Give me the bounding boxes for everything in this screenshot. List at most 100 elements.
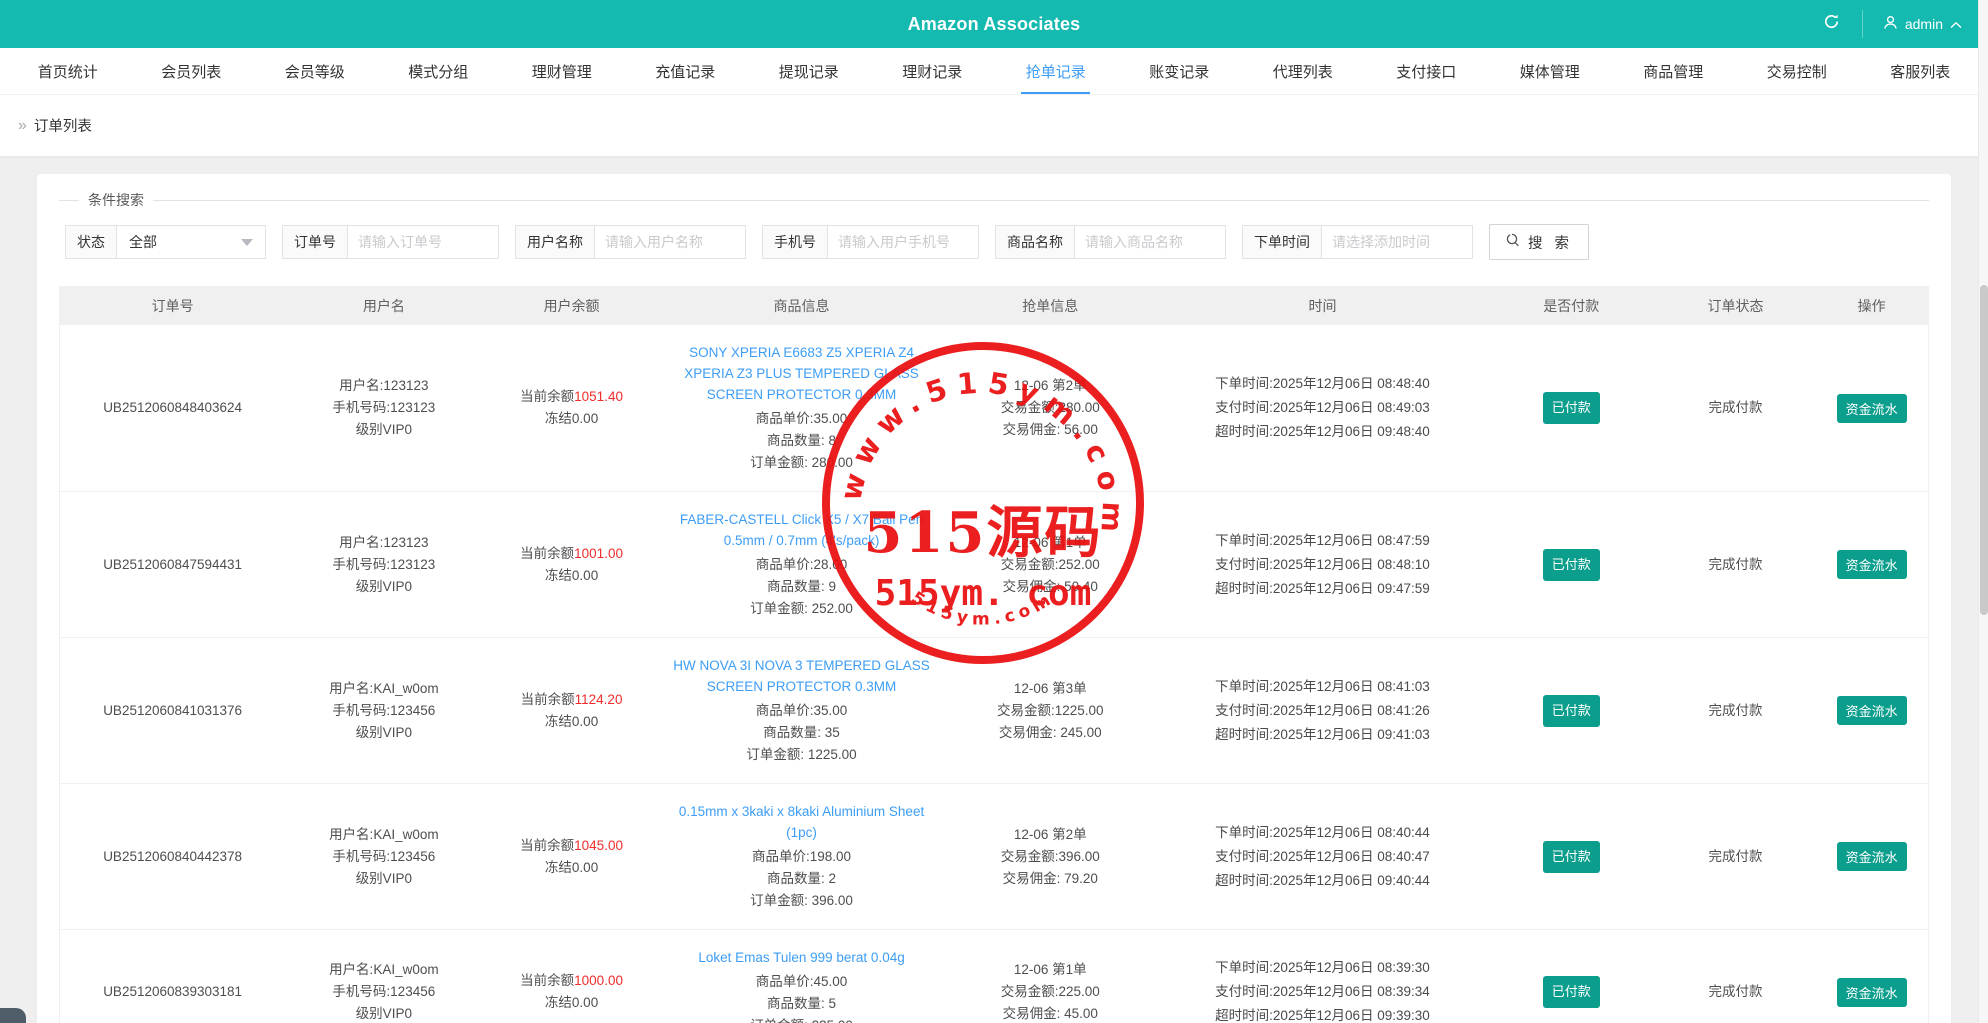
fund-flow-button[interactable]: 资金流水 [1837,696,1907,725]
scrollbar-track[interactable] [1978,0,1988,1023]
status-select[interactable]: 全部 [116,225,266,259]
scrollbar-thumb[interactable] [1980,285,1988,615]
product-info: FABER-CASTELL Click X5 / X7 Ball Pen 0.5… [661,492,943,638]
status-filter: 状态 全部 [65,225,266,259]
top-header: Amazon Associates admin [0,0,1988,48]
refresh-button[interactable] [1801,0,1862,48]
search-legend: 条件搜索 [79,190,153,210]
grab-info: 12-06 第3单 交易金额:1225.00 交易佣金: 245.00 [942,638,1158,784]
search-button[interactable]: 搜 索 [1489,224,1589,260]
nav-item-recharge-records[interactable]: 充值记录 [624,48,748,94]
time-info: 下单时间:2025年12月06日 08:48:40 支付时间:2025年12月0… [1158,325,1487,492]
product-link[interactable]: SONY XPERIA E6683 Z5 XPERIA Z4 XPERIA Z3… [669,342,935,405]
nav-item-product-mgmt[interactable]: 商品管理 [1612,48,1736,94]
quantity: 商品数量: 35 [669,722,935,744]
col-product-info: 商品信息 [661,287,943,325]
user-icon [1883,15,1898,33]
nav-item-finance-records[interactable]: 理财记录 [871,48,995,94]
col-username: 用户名 [285,287,482,325]
unit-price: 商品单价:28.00 [669,554,935,576]
user-menu[interactable]: admin [1863,0,1988,48]
corner-artifact [0,1008,26,1023]
frozen-amount: 冻结0.00 [490,408,652,430]
page-title: 订单列表 [34,115,92,136]
product-name-input[interactable] [1074,225,1226,259]
product-info: Loket Emas Tulen 999 berat 0.04g 商品单价:45… [661,930,943,1023]
order-status: 完成付款 [1656,638,1816,784]
product-link[interactable]: 0.15mm x 3kaki x 8kaki Aluminium Sheet (… [669,801,935,843]
nav-item-withdraw-records[interactable]: 提现记录 [747,48,871,94]
quantity: 商品数量: 2 [669,868,935,890]
table-header-row: 订单号 用户名 用户余额 商品信息 抢单信息 时间 是否付款 订单状态 操作 [60,287,1928,325]
order-no: UB2512060839303181 [60,930,285,1023]
nav-item-home-stats[interactable]: 首页统计 [6,48,130,94]
grab-info: 12-06 第2单 交易金额:396.00 交易佣金: 79.20 [942,784,1158,930]
col-grab-info: 抢单信息 [942,287,1158,325]
nav-item-payment-api[interactable]: 支付接口 [1365,48,1489,94]
user-info: 用户名:KAI_w0om 手机号码:123456 级别VIP0 [285,930,482,1023]
grab-info: 12-06 第1单 交易金额:225.00 交易佣金: 45.00 [942,930,1158,1023]
main-nav: 首页统计 会员列表 会员等级 模式分组 理财管理 充值记录 提现记录 理财记录 … [0,48,1988,95]
product-link[interactable]: HW NOVA 3I NOVA 3 TEMPERED GLASS SCREEN … [669,655,935,697]
order-time-input[interactable] [1321,225,1473,259]
user-name-input[interactable] [594,225,746,259]
nav-item-grab-records[interactable]: 抢单记录 [994,48,1118,94]
fund-flow-button[interactable]: 资金流水 [1837,978,1907,1007]
user-info: 用户名:KAI_w0om 手机号码:123456 级别VIP0 [285,784,482,930]
nav-item-trade-control[interactable]: 交易控制 [1735,48,1859,94]
frozen-amount: 冻结0.00 [490,711,652,733]
fund-flow-button[interactable]: 资金流水 [1837,394,1907,423]
quantity: 商品数量: 9 [669,576,935,598]
refresh-icon [1823,13,1840,35]
user-info: 用户名:123123 手机号码:123123 级别VIP0 [285,325,482,492]
product-link[interactable]: FABER-CASTELL Click X5 / X7 Ball Pen 0.5… [669,509,935,551]
col-order-no: 订单号 [60,287,285,325]
grab-info: 12-06 第1单 交易金额:252.00 交易佣金: 50.40 [942,492,1158,638]
order-no: UB2512060841031376 [60,638,285,784]
search-fieldset: 条件搜索 状态 全部 订单号 用户名称 [59,190,1929,286]
nav-item-member-level[interactable]: 会员等级 [253,48,377,94]
time-info: 下单时间:2025年12月06日 08:41:03 支付时间:2025年12月0… [1158,638,1487,784]
balance-info: 当前余额1051.40 冻结0.00 [482,325,660,492]
nav-item-member-list[interactable]: 会员列表 [130,48,254,94]
product-link[interactable]: Loket Emas Tulen 999 berat 0.04g [698,947,904,968]
order-status: 完成付款 [1656,492,1816,638]
order-amount: 订单金额: 1225.00 [669,744,935,766]
content-card: 条件搜索 状态 全部 订单号 用户名称 [37,174,1951,1023]
order-time-filter: 下单时间 [1242,225,1473,259]
balance-amount: 1124.20 [575,692,623,707]
order-time-label: 下单时间 [1242,225,1321,259]
nav-item-mode-group[interactable]: 模式分组 [377,48,501,94]
product-info: HW NOVA 3I NOVA 3 TEMPERED GLASS SCREEN … [661,638,943,784]
table-row: UB2512060848403624 用户名:123123 手机号码:12312… [60,325,1928,492]
nav-item-finance-mgmt[interactable]: 理财管理 [500,48,624,94]
fund-flow-button[interactable]: 资金流水 [1837,550,1907,579]
order-no-input[interactable] [347,225,499,259]
order-status: 完成付款 [1656,930,1816,1023]
app-title: Amazon Associates [0,14,1988,35]
orders-table: 订单号 用户名 用户余额 商品信息 抢单信息 时间 是否付款 订单状态 操作 U… [60,287,1928,1023]
nav-item-support-list[interactable]: 客服列表 [1859,48,1983,94]
order-status: 完成付款 [1656,325,1816,492]
unit-price: 商品单价:45.00 [669,971,935,993]
order-no-label: 订单号 [282,225,347,259]
time-info: 下单时间:2025年12月06日 08:47:59 支付时间:2025年12月0… [1158,492,1487,638]
nav-item-balance-changes[interactable]: 账变记录 [1118,48,1242,94]
user-name-label: 用户名称 [515,225,594,259]
phone-input[interactable] [827,225,979,259]
breadcrumb: » 订单列表 [0,95,1988,157]
unit-price: 商品单价:35.00 [669,700,935,722]
unit-price: 商品单价:35.00 [669,408,935,430]
balance-amount: 1045.00 [574,838,623,853]
order-no-filter: 订单号 [282,225,499,259]
fund-flow-button[interactable]: 资金流水 [1837,842,1907,871]
col-order-status: 订单状态 [1656,287,1816,325]
status-label: 状态 [65,225,116,259]
product-name-filter: 商品名称 [995,225,1226,259]
product-info: SONY XPERIA E6683 Z5 XPERIA Z4 XPERIA Z3… [661,325,943,492]
nav-item-media-mgmt[interactable]: 媒体管理 [1488,48,1612,94]
nav-item-agent-list[interactable]: 代理列表 [1241,48,1365,94]
balance-amount: 1051.40 [574,389,623,404]
paid-badge: 已付款 [1543,976,1600,1008]
status-selected-value: 全部 [129,232,157,252]
